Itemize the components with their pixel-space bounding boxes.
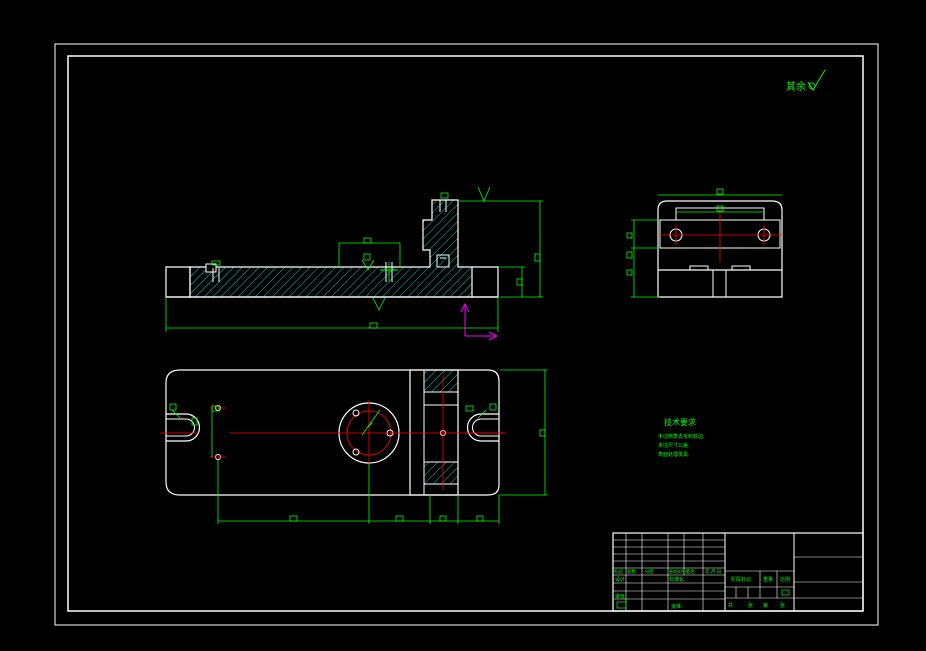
rev-header-zone: 分区: [645, 568, 654, 575]
front-view: [165, 186, 543, 341]
cad-drawing: 其余 技术要求 未注倒角去毛刺锐边. 未注尺寸公差. 表面处理发黑. 标记 处数…: [54, 43, 879, 626]
tech-requirement-1: 未注倒角去毛刺锐边.: [658, 433, 705, 440]
top-view: [160, 369, 548, 524]
tech-requirement-2: 未注尺寸公差.: [658, 442, 690, 449]
rev-header-count: 处数: [627, 568, 636, 575]
side-view: [626, 188, 783, 298]
front-view-dimensions: [165, 186, 543, 332]
title-block: 标记 处数 分区 更改文件号 签名 年.月.日 设计 标准化 审核 批准 阶段标…: [612, 532, 864, 612]
tech-requirements-title: 技术要求: [664, 417, 696, 427]
roughness-note: 其余: [786, 69, 826, 93]
review-label: 审核: [615, 593, 625, 600]
top-view-dimensions: [169, 369, 548, 524]
tech-requirement-3: 表面处理发黑.: [658, 451, 690, 458]
sheet-no-suffix: 张: [780, 602, 785, 609]
scale-label: 比例: [780, 576, 790, 583]
sheet-label: 张: [748, 602, 753, 609]
sheet-no-label: 第: [763, 602, 768, 609]
standardization-label: 标准化: [669, 576, 684, 583]
outer-frame: [54, 43, 879, 626]
approve-label: 批准: [671, 603, 681, 610]
design-label: 设计: [615, 576, 625, 583]
front-view-section: [189, 199, 473, 298]
side-view-dimensions: [626, 188, 782, 298]
rev-header-date: 年.月.日: [705, 568, 721, 575]
rev-header-mark: 标记: [614, 568, 623, 575]
ucs-icon: [460, 302, 499, 341]
roughness-note-text: 其余: [786, 80, 806, 93]
sheet-total-label: 共: [728, 602, 733, 609]
stage-label: 阶段标记: [731, 576, 751, 583]
weight-label: 重量: [763, 576, 773, 583]
rev-header-sign: 签名: [686, 568, 695, 575]
tech-requirements: 技术要求 未注倒角去毛刺锐边. 未注尺寸公差. 表面处理发黑.: [658, 417, 705, 458]
